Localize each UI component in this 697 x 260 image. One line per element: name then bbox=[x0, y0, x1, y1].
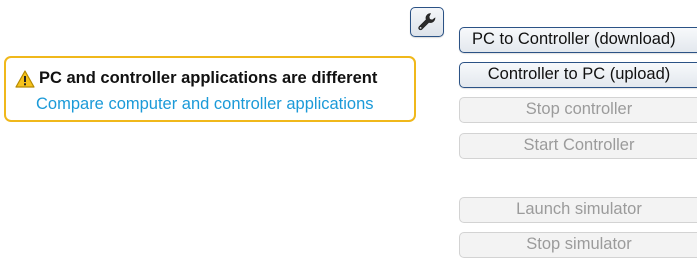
controller-panel: PC and controller applications are diffe… bbox=[0, 0, 697, 260]
settings-button[interactable] bbox=[410, 7, 444, 37]
start-controller-label: Start Controller bbox=[523, 136, 635, 154]
wrench-icon bbox=[418, 13, 436, 31]
download-button[interactable]: PC to Controller (download) bbox=[459, 27, 697, 53]
status-message: PC and controller applications are diffe… bbox=[39, 69, 378, 87]
start-controller-button[interactable]: Start Controller bbox=[459, 133, 697, 159]
stop-controller-button[interactable]: Stop controller bbox=[459, 97, 697, 123]
launch-simulator-button[interactable]: Launch simulator bbox=[459, 197, 697, 223]
compare-applications-link[interactable]: Compare computer and controller applicat… bbox=[36, 95, 374, 114]
upload-button[interactable]: Controller to PC (upload) bbox=[459, 62, 697, 88]
download-button-label: PC to Controller (download) bbox=[472, 30, 676, 48]
stop-controller-label: Stop controller bbox=[525, 100, 633, 118]
stop-simulator-button[interactable]: Stop simulator bbox=[459, 232, 697, 258]
status-panel: PC and controller applications are diffe… bbox=[4, 56, 416, 122]
warning-icon bbox=[15, 69, 35, 88]
upload-button-label: Controller to PC (upload) bbox=[487, 65, 671, 83]
launch-simulator-label: Launch simulator bbox=[516, 200, 642, 218]
status-line: PC and controller applications are diffe… bbox=[15, 69, 377, 88]
stop-simulator-label: Stop simulator bbox=[526, 235, 632, 253]
